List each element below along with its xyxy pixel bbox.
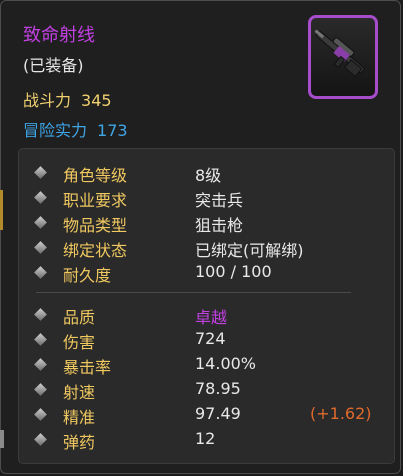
stat-bonus: (+1.62): [310, 404, 372, 423]
stat-label: 暴击率: [63, 358, 112, 377]
attribute-value: 突击兵: [195, 191, 244, 210]
sniper-rifle-icon: [314, 29, 366, 78]
adventure-power: 冒险实力 173: [23, 117, 128, 141]
item-name: 致命射线: [23, 25, 95, 46]
stat-label: 品质: [63, 308, 96, 327]
attribute-label: 物品类型: [63, 216, 128, 235]
stat-value: 724: [195, 329, 226, 348]
adventure-power-label: 冒险实力: [23, 121, 88, 140]
diamond-bullet-icon: [34, 216, 47, 229]
combat-power: 战斗力 345: [23, 87, 112, 111]
background-edge-mark: [0, 430, 4, 448]
attribute-value: 100 / 100: [195, 262, 272, 281]
stat-row: 弹药 12: [19, 429, 396, 453]
stat-value: 12: [195, 429, 216, 448]
attribute-label: 耐久度: [63, 266, 112, 285]
diamond-bullet-icon: [34, 383, 47, 396]
item-icon-frame: [308, 15, 378, 99]
combat-power-label: 战斗力: [23, 91, 72, 110]
attribute-value: 8级: [195, 166, 222, 185]
stat-row: 精准 97.49 (+1.62): [19, 404, 396, 428]
stat-label: 伤害: [63, 333, 96, 352]
attribute-row: 物品类型 狙击枪: [19, 212, 396, 236]
attribute-row: 耐久度 100 / 100: [19, 262, 396, 286]
diamond-bullet-icon: [34, 266, 47, 279]
background-edge-mark: [0, 190, 3, 230]
adventure-power-value: 173: [97, 121, 128, 140]
attribute-row: 职业要求 突击兵: [19, 187, 396, 211]
diamond-bullet-icon: [34, 333, 47, 346]
attribute-label: 角色等级: [63, 166, 128, 185]
item-tooltip: 致命射线 (已装备) 战斗力 345 冒险实力 173 角色等级 8级 职业要求: [0, 0, 401, 474]
attribute-value: 狙击枪: [195, 216, 244, 235]
attribute-label: 职业要求: [63, 191, 128, 210]
attribute-row: 角色等级 8级: [19, 162, 396, 186]
combat-power-value: 345: [81, 91, 112, 110]
stat-value: 97.49: [195, 404, 241, 423]
stat-row: 品质 卓越: [19, 304, 396, 328]
stat-value: 78.95: [195, 379, 241, 398]
diamond-bullet-icon: [34, 408, 47, 421]
diamond-bullet-icon: [34, 308, 47, 321]
equipped-status: (已装备): [23, 56, 84, 75]
diamond-bullet-icon: [34, 166, 47, 179]
stat-label: 精准: [63, 408, 96, 427]
diamond-bullet-icon: [34, 241, 47, 254]
attribute-value: 已绑定(可解绑): [195, 241, 304, 260]
quality-value: 卓越: [195, 308, 228, 327]
stat-label: 弹药: [63, 433, 96, 452]
attribute-row: 绑定状态 已绑定(可解绑): [19, 237, 396, 261]
stats-panel: 角色等级 8级 职业要求 突击兵 物品类型 狙击枪 绑定状态 已绑定(可解绑) …: [18, 148, 395, 464]
diamond-bullet-icon: [34, 433, 47, 446]
stat-row: 暴击率 14.00%: [19, 354, 396, 378]
diamond-bullet-icon: [34, 191, 47, 204]
stat-row: 伤害 724: [19, 329, 396, 353]
stat-row: 射速 78.95: [19, 379, 396, 403]
stat-label: 射速: [63, 383, 96, 402]
diamond-bullet-icon: [34, 358, 47, 371]
attribute-label: 绑定状态: [63, 241, 128, 260]
section-divider: [36, 292, 351, 293]
stat-value: 14.00%: [195, 354, 257, 373]
